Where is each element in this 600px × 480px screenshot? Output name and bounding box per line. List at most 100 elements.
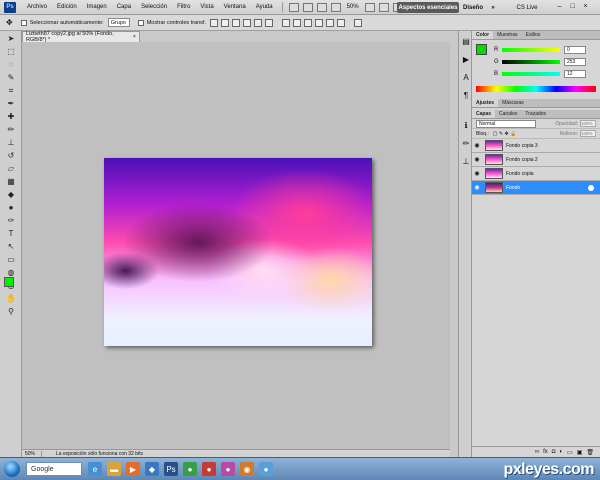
- tab-canales[interactable]: Canales: [495, 110, 521, 118]
- align-top-icon[interactable]: [209, 18, 218, 27]
- add-mask-icon[interactable]: ◘: [552, 449, 556, 455]
- menu-filtro[interactable]: Filtro: [172, 4, 195, 10]
- move-tool-icon[interactable]: ✥: [6, 18, 13, 27]
- history-panel-icon[interactable]: ▤: [461, 37, 471, 47]
- auto-select-checkbox[interactable]: [20, 19, 27, 26]
- link-layers-icon[interactable]: ∞: [535, 449, 539, 455]
- photoshop-taskbar-icon[interactable]: Ps: [164, 462, 178, 476]
- layer-row-active[interactable]: ◉ Fondo: [472, 181, 600, 195]
- shape-tool-icon[interactable]: ▭: [4, 254, 18, 265]
- eraser-tool-icon[interactable]: ▱: [4, 163, 18, 174]
- show-transform-checkbox[interactable]: [137, 19, 144, 26]
- tab-ajustes[interactable]: Ajustes: [472, 99, 499, 107]
- b-slider[interactable]: [502, 72, 560, 76]
- move-tool-icon[interactable]: ➤: [4, 33, 18, 44]
- history-brush-tool-icon[interactable]: ↺: [4, 150, 18, 161]
- menu-ventana[interactable]: Ventana: [219, 4, 251, 10]
- status-zoom[interactable]: 50%: [22, 450, 42, 457]
- maximize-icon[interactable]: □: [568, 2, 577, 11]
- align-bottom-icon[interactable]: [231, 18, 240, 27]
- folder-icon[interactable]: ▬: [107, 462, 121, 476]
- eye-icon[interactable]: ◉: [472, 184, 482, 191]
- pen-tool-icon[interactable]: ✑: [4, 215, 18, 226]
- workspace-essentials-button[interactable]: Aspectos esenciales: [397, 2, 459, 13]
- trash-icon[interactable]: 🗑: [586, 449, 594, 456]
- align-right-icon[interactable]: [264, 18, 273, 27]
- clone-source-panel-icon[interactable]: ⊥: [461, 157, 471, 167]
- r-value[interactable]: 0: [564, 46, 586, 54]
- r-slider[interactable]: [502, 48, 560, 52]
- menu-capa[interactable]: Capa: [112, 4, 136, 10]
- minimize-icon[interactable]: –: [555, 2, 564, 11]
- firefox-icon[interactable]: ◉: [240, 462, 254, 476]
- align-vcenter-icon[interactable]: [220, 18, 229, 27]
- mini-bridge-icon[interactable]: [302, 2, 313, 12]
- align-left-icon[interactable]: [242, 18, 251, 27]
- menu-imagen[interactable]: Imagen: [82, 4, 112, 10]
- menu-edicion[interactable]: Edición: [52, 4, 82, 10]
- tab-estilos[interactable]: Estilos: [522, 31, 545, 39]
- start-button-icon[interactable]: [4, 461, 20, 477]
- lasso-tool-icon[interactable]: ◌: [4, 59, 18, 70]
- dodge-tool-icon[interactable]: ●: [4, 202, 18, 213]
- distribute-hcenter-icon[interactable]: [325, 18, 334, 27]
- auto-select-dropdown[interactable]: Grupo: [107, 18, 130, 27]
- distribute-top-icon[interactable]: [281, 18, 290, 27]
- quick-select-tool-icon[interactable]: ✎: [4, 72, 18, 83]
- tab-color[interactable]: Color: [472, 31, 494, 39]
- paragraph-panel-icon[interactable]: ¶: [461, 91, 471, 101]
- g-slider[interactable]: [502, 60, 560, 64]
- info-panel-icon[interactable]: ℹ: [461, 121, 471, 131]
- eye-icon[interactable]: ◉: [472, 142, 482, 149]
- more-workspaces-icon[interactable]: »: [488, 2, 498, 13]
- close-document-icon[interactable]: ×: [133, 34, 136, 40]
- view-extras-icon[interactable]: [364, 2, 375, 12]
- path-select-tool-icon[interactable]: ↖: [4, 241, 18, 252]
- hand-tool-icon[interactable]: ✋: [4, 293, 18, 304]
- opacity-value[interactable]: 100%: [580, 120, 596, 127]
- blur-tool-icon[interactable]: ◆: [4, 189, 18, 200]
- brush-tool-icon[interactable]: ✏: [4, 124, 18, 135]
- eye-icon[interactable]: ◉: [472, 156, 482, 163]
- menu-archivo[interactable]: Archivo: [22, 4, 52, 10]
- tab-mascaras[interactable]: Máscaras: [498, 99, 528, 107]
- eye-icon[interactable]: ◉: [472, 170, 482, 177]
- arrange-documents-icon[interactable]: [378, 2, 389, 12]
- document-image-sky[interactable]: [104, 158, 372, 346]
- workspace-design-button[interactable]: Diseño: [462, 2, 484, 13]
- type-tool-icon[interactable]: T: [4, 228, 18, 239]
- bridge-icon[interactable]: [288, 2, 299, 12]
- new-group-icon[interactable]: ▭: [567, 449, 573, 456]
- menu-ayuda[interactable]: Ayuda: [251, 4, 278, 10]
- layer-style-icon[interactable]: fx: [543, 449, 548, 455]
- distribute-left-icon[interactable]: [314, 18, 323, 27]
- g-value[interactable]: 253: [564, 58, 586, 66]
- ie-icon[interactable]: e: [88, 462, 102, 476]
- app-icon[interactable]: ◆: [145, 462, 159, 476]
- hand-tool-icon[interactable]: [316, 2, 327, 12]
- align-hcenter-icon[interactable]: [253, 18, 262, 27]
- document-tab[interactable]: Lizbeth87 copy2.jpg al 50% (Fondo, RGB/8…: [22, 31, 140, 43]
- distribute-right-icon[interactable]: [336, 18, 345, 27]
- auto-align-icon[interactable]: [353, 18, 362, 27]
- app-icon[interactable]: ●: [259, 462, 273, 476]
- tab-capas[interactable]: Capas: [472, 110, 496, 118]
- fill-value[interactable]: 100%: [580, 130, 596, 137]
- app-icon[interactable]: ●: [221, 462, 235, 476]
- cs-live-button[interactable]: CS Live: [512, 2, 542, 13]
- gradient-tool-icon[interactable]: ▦: [4, 176, 18, 187]
- close-icon[interactable]: ×: [581, 2, 590, 11]
- layer-row[interactable]: ◉ Fondo copia 2: [472, 153, 600, 167]
- eyedropper-tool-icon[interactable]: ✒: [4, 98, 18, 109]
- foreground-color-swatch[interactable]: [4, 277, 14, 287]
- google-search-box[interactable]: Google: [26, 462, 82, 476]
- lock-icon[interactable]: ▢ ✎ ✥ 🔒: [493, 131, 517, 137]
- marquee-tool-icon[interactable]: ⬚: [4, 46, 18, 57]
- zoom-tool-icon[interactable]: [330, 2, 341, 12]
- healing-tool-icon[interactable]: ✚: [4, 111, 18, 122]
- adjustment-layer-icon[interactable]: ◐: [559, 449, 563, 455]
- clone-stamp-tool-icon[interactable]: ⊥: [4, 137, 18, 148]
- distribute-bottom-icon[interactable]: [303, 18, 312, 27]
- menu-seleccion[interactable]: Selección: [136, 4, 172, 10]
- crop-tool-icon[interactable]: ⌗: [4, 85, 18, 96]
